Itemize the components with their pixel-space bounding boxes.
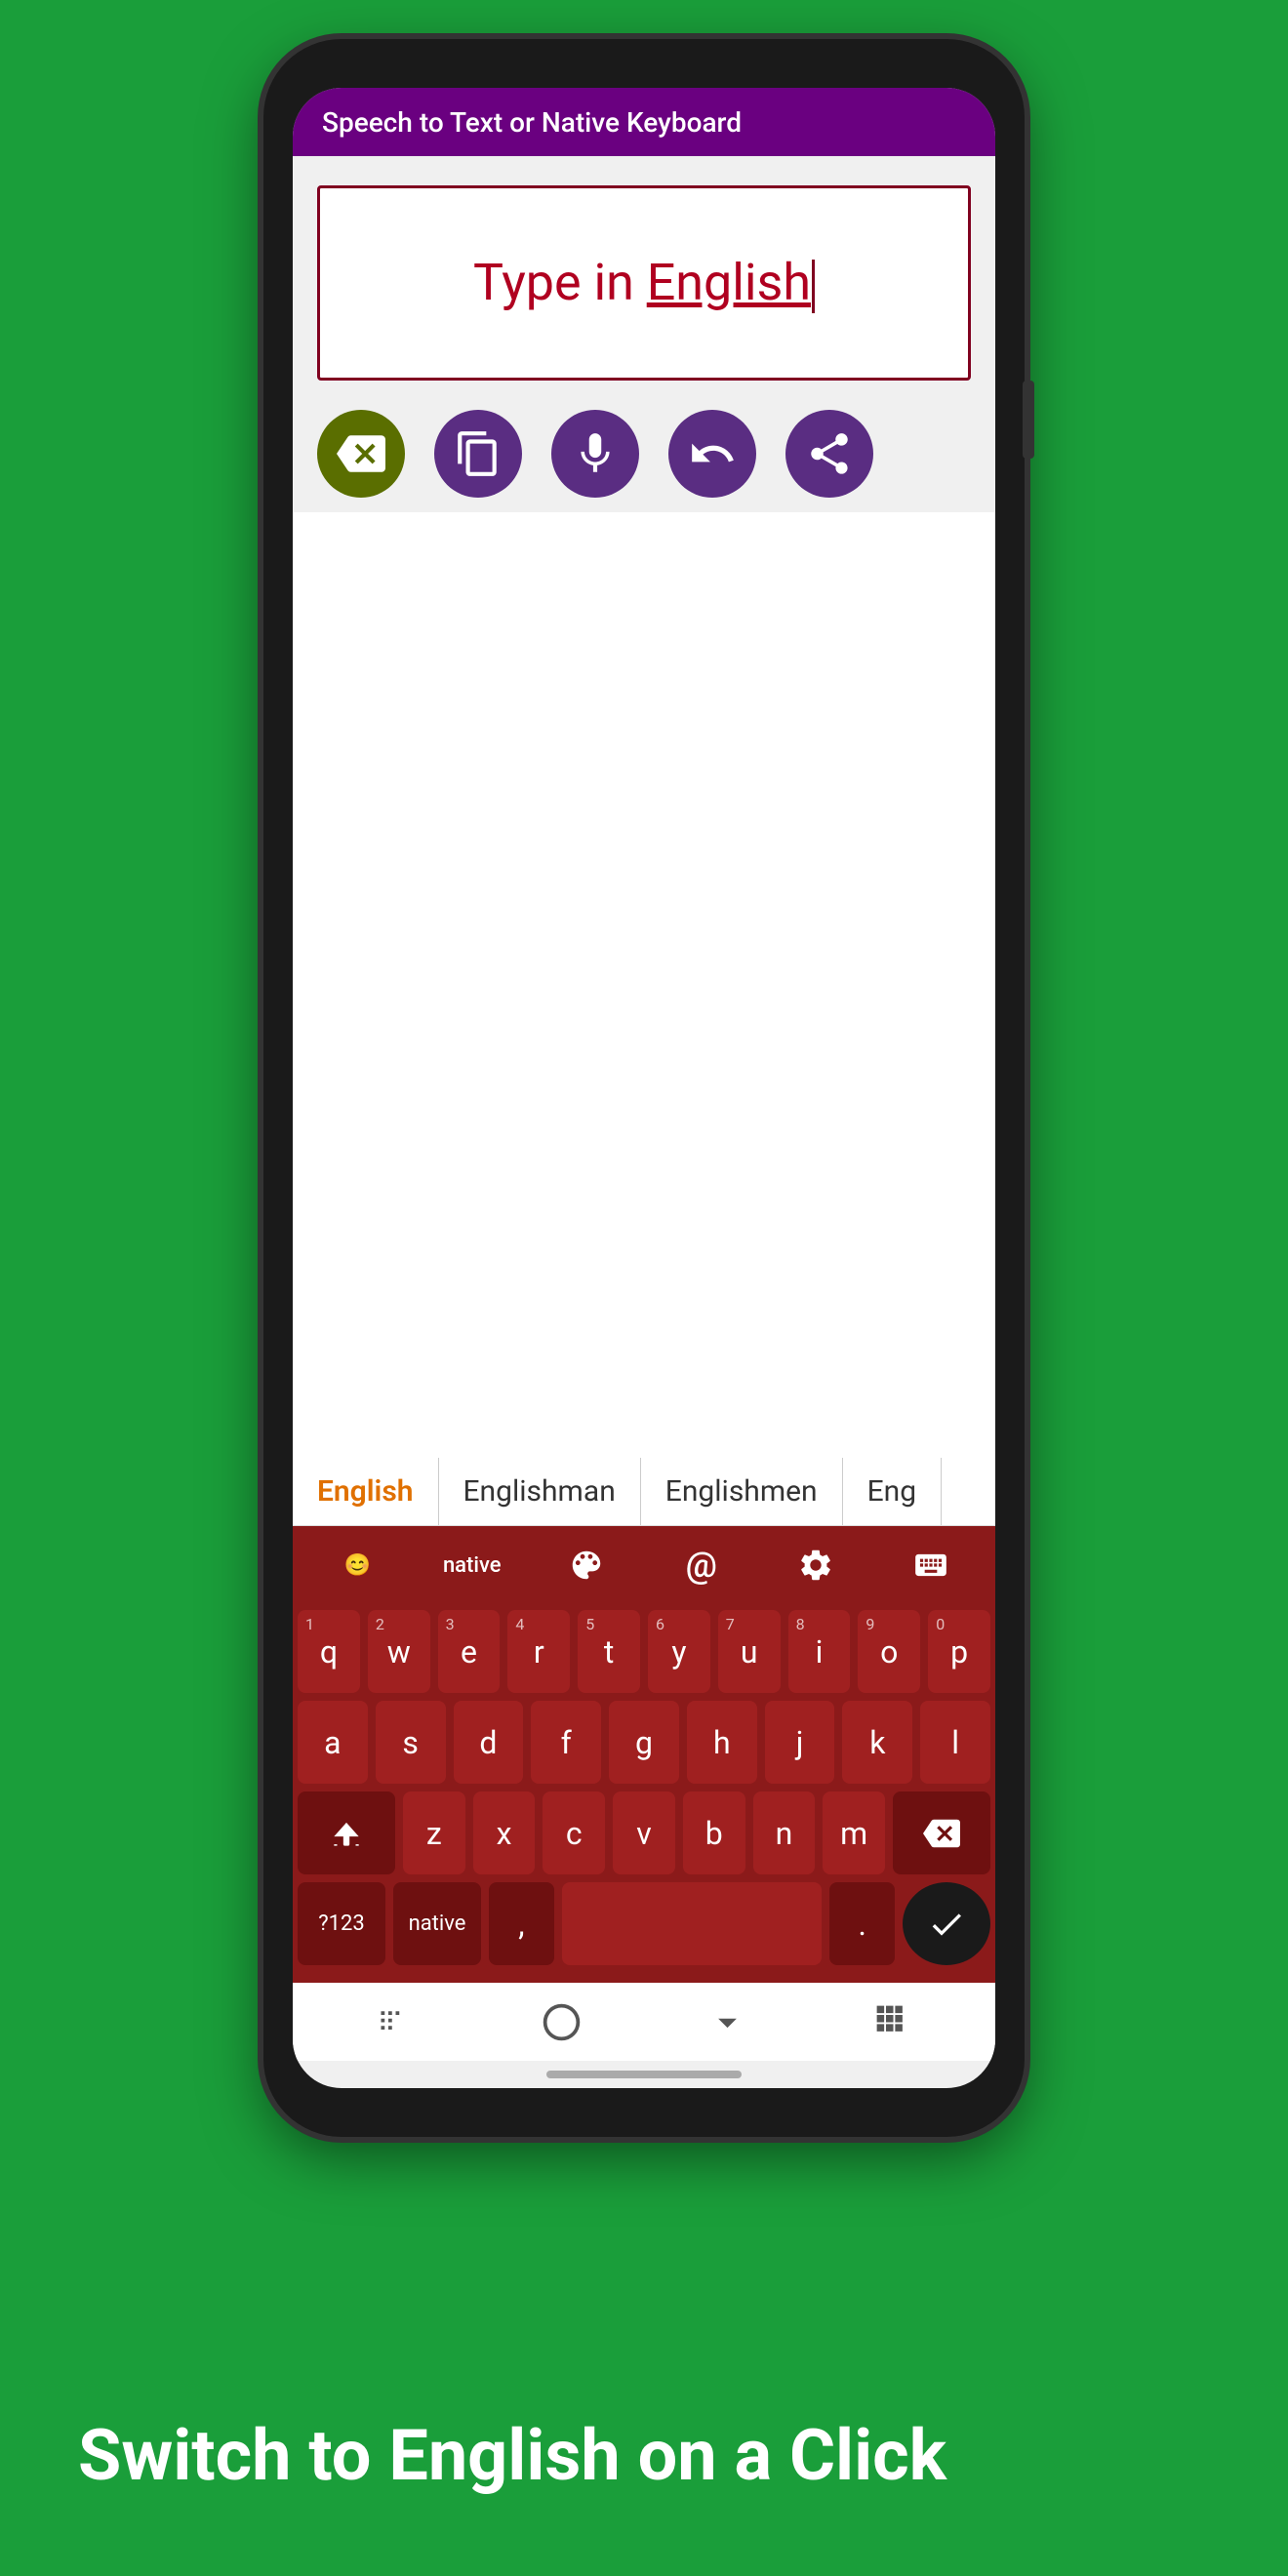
key-d[interactable]: d xyxy=(454,1701,524,1784)
key-numbers[interactable]: ?123 xyxy=(298,1882,385,1965)
key-backspace[interactable] xyxy=(893,1791,990,1874)
settings-button[interactable] xyxy=(761,1534,871,1597)
app-top-bar: Speech to Text or Native Keyboard xyxy=(293,88,995,156)
key-v[interactable]: v xyxy=(613,1791,675,1874)
keyboard-area: 1q 2w 3e 4r 5t 6y 7u 8i 9o 0p a s xyxy=(293,1604,995,1983)
undo-button[interactable] xyxy=(668,410,756,498)
key-m[interactable]: m xyxy=(823,1791,885,1874)
key-s[interactable]: s xyxy=(376,1701,446,1784)
suggestions-bar: English Englishman Englishmen Eng xyxy=(293,1458,995,1526)
key-c[interactable]: c xyxy=(543,1791,605,1874)
app-title: Speech to Text or Native Keyboard xyxy=(322,106,742,139)
key-space[interactable] xyxy=(562,1882,823,1965)
key-period[interactable]: . xyxy=(829,1882,895,1965)
key-row-3: z x c v b n m xyxy=(298,1791,990,1874)
text-word: English xyxy=(647,253,811,312)
bottom-headline: Switch to English on a Click xyxy=(78,2414,1210,2498)
copy-button[interactable] xyxy=(434,410,522,498)
key-r[interactable]: 4r xyxy=(507,1610,570,1693)
key-e[interactable]: 3e xyxy=(438,1610,501,1693)
key-comma[interactable]: , xyxy=(489,1882,554,1965)
key-l[interactable]: l xyxy=(920,1701,990,1784)
at-button[interactable]: @ xyxy=(647,1534,757,1597)
key-a[interactable]: a xyxy=(298,1701,368,1784)
text-prefix: Type in xyxy=(473,253,647,312)
key-row-2: a s d f g h j k l xyxy=(298,1701,990,1784)
text-input-content: Type in English xyxy=(473,253,815,313)
bottom-text-area: Switch to English on a Click xyxy=(0,2414,1288,2498)
middle-area xyxy=(293,512,995,1458)
share-button[interactable] xyxy=(785,410,873,498)
key-row-4: ?123 native , . xyxy=(298,1882,990,1965)
suggestion-english[interactable]: English xyxy=(293,1458,439,1525)
key-j[interactable]: j xyxy=(765,1701,835,1784)
volume-button xyxy=(1023,381,1034,459)
suggestion-eng[interactable]: Eng xyxy=(843,1458,942,1525)
key-i[interactable]: 8i xyxy=(788,1610,851,1693)
key-shift[interactable] xyxy=(298,1791,395,1874)
key-n[interactable]: n xyxy=(753,1791,816,1874)
key-y[interactable]: 6y xyxy=(648,1610,710,1693)
key-t[interactable]: 5t xyxy=(578,1610,640,1693)
phone-body: Speech to Text or Native Keyboard Type i… xyxy=(263,39,1025,2137)
text-input-area[interactable]: Type in English xyxy=(317,185,971,381)
keyboard-icon-button[interactable] xyxy=(876,1534,986,1597)
toolbar-native-button[interactable]: native xyxy=(418,1534,528,1597)
home-bar-indicator xyxy=(546,2071,742,2078)
key-enter[interactable] xyxy=(903,1882,990,1965)
key-g[interactable]: g xyxy=(609,1701,679,1784)
down-nav-button[interactable] xyxy=(705,2000,749,2044)
key-p[interactable]: 0p xyxy=(928,1610,990,1693)
phone-screen: Speech to Text or Native Keyboard Type i… xyxy=(293,88,995,2088)
phone-container: Speech to Text or Native Keyboard Type i… xyxy=(263,39,1025,2186)
key-u[interactable]: 7u xyxy=(718,1610,781,1693)
key-x[interactable]: x xyxy=(473,1791,536,1874)
key-k[interactable]: k xyxy=(842,1701,912,1784)
suggestion-englishmen[interactable]: Englishmen xyxy=(641,1458,843,1525)
key-o[interactable]: 9o xyxy=(858,1610,920,1693)
grid-nav-button[interactable] xyxy=(871,2000,915,2044)
nav-bar xyxy=(293,1983,995,2061)
home-nav-button[interactable] xyxy=(540,2000,584,2044)
key-h[interactable]: h xyxy=(687,1701,757,1784)
action-buttons-row xyxy=(293,395,995,512)
text-cursor xyxy=(812,260,815,313)
emoji-button[interactable]: 😊 xyxy=(302,1534,413,1597)
back-nav-button[interactable] xyxy=(374,2000,418,2044)
key-q[interactable]: 1q xyxy=(298,1610,360,1693)
palette-button[interactable] xyxy=(532,1534,642,1597)
key-b[interactable]: b xyxy=(683,1791,745,1874)
keyboard-toolbar: 😊 native @ xyxy=(293,1526,995,1604)
key-z[interactable]: z xyxy=(403,1791,465,1874)
key-f[interactable]: f xyxy=(531,1701,601,1784)
key-native[interactable]: native xyxy=(393,1882,481,1965)
key-w[interactable]: 2w xyxy=(368,1610,430,1693)
suggestion-englishman[interactable]: Englishman xyxy=(439,1458,641,1525)
mic-button[interactable] xyxy=(551,410,639,498)
key-row-1: 1q 2w 3e 4r 5t 6y 7u 8i 9o 0p xyxy=(298,1610,990,1693)
delete-button[interactable] xyxy=(317,410,405,498)
